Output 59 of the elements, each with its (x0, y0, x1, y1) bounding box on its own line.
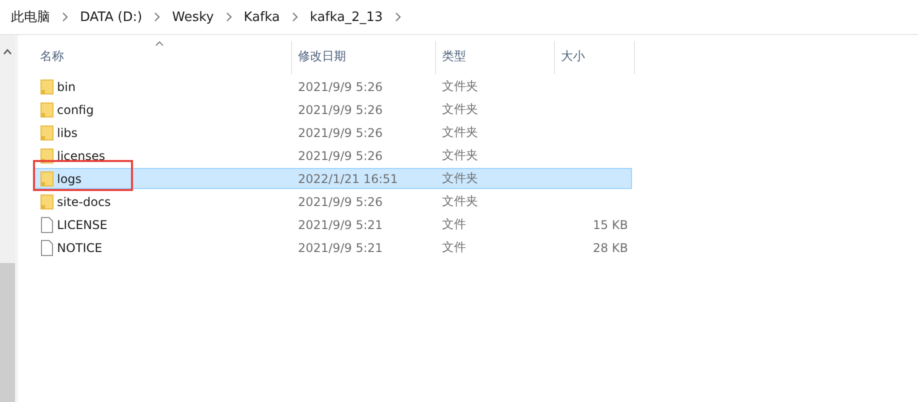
breadcrumb-item[interactable]: Wesky (169, 8, 217, 26)
chevron-icon[interactable] (394, 12, 402, 22)
modified-date: 2021/9/9 5:26 (297, 148, 384, 162)
chevron-icon[interactable] (290, 12, 299, 22)
file-type: 文件 (441, 239, 467, 256)
scrollbar-thumb[interactable] (0, 263, 15, 402)
file-type: 文件夹 (441, 193, 479, 210)
sort-caret-icon (154, 41, 164, 46)
file-name: logs (57, 172, 82, 186)
folder-icon (40, 78, 54, 94)
folder-icon (40, 102, 54, 118)
column-header[interactable]: 类型 (436, 41, 555, 74)
breadcrumb-item[interactable]: kafka_2_13 (306, 8, 386, 26)
file-name: libs (57, 126, 78, 140)
file-name: site-docs (57, 194, 111, 208)
file-icon (40, 216, 54, 232)
modified-date: 2021/9/9 5:26 (297, 80, 384, 94)
file-type: 文件 (441, 216, 467, 233)
file-row[interactable]: libs 2021/9/9 5:26 文件夹 (34, 122, 632, 143)
file-name: config (57, 102, 94, 116)
file-row[interactable]: config 2021/9/9 5:26 文件夹 (34, 99, 632, 120)
file-size: 15 KB (592, 218, 629, 232)
breadcrumb-item[interactable]: Kafka (240, 8, 283, 26)
file-name: NOTICE (57, 240, 102, 254)
modified-date: 2021/9/9 5:21 (297, 218, 384, 232)
file-row[interactable]: licenses 2021/9/9 5:26 文件夹 (34, 145, 632, 166)
modified-date: 2022/1/21 16:51 (297, 172, 399, 186)
file-name: bin (57, 80, 76, 94)
folder-icon (40, 170, 54, 186)
file-name: licenses (57, 148, 106, 162)
file-size: 28 KB (592, 240, 629, 254)
file-row[interactable]: LICENSE 2021/9/9 5:21 文件 15 KB (34, 214, 632, 235)
column-header[interactable]: 大小 (555, 41, 635, 74)
modified-date: 2021/9/9 5:21 (297, 240, 384, 254)
file-row[interactable]: NOTICE 2021/9/9 5:21 文件 28 KB (34, 237, 632, 258)
modified-date: 2021/9/9 5:26 (297, 194, 384, 208)
file-type: 文件夹 (441, 147, 479, 164)
folder-icon (40, 124, 54, 140)
column-header[interactable]: 名称 (34, 41, 292, 74)
file-type: 文件夹 (441, 101, 479, 118)
column-header[interactable]: 修改日期 (292, 41, 436, 74)
chevron-icon[interactable] (61, 12, 69, 22)
file-name: LICENSE (57, 218, 108, 232)
folder-icon (40, 194, 54, 210)
scrollbar[interactable] (0, 35, 18, 402)
file-row[interactable]: logs 2022/1/21 16:51 文件夹 (34, 168, 632, 189)
chevron-icon[interactable] (224, 12, 233, 22)
scroll-up-icon[interactable] (3, 49, 12, 55)
breadcrumb-item[interactable]: 此电脑 (8, 6, 53, 28)
file-type: 文件夹 (441, 78, 479, 95)
chevron-icon[interactable] (153, 12, 162, 22)
file-type: 文件夹 (441, 170, 479, 187)
modified-date: 2021/9/9 5:26 (297, 102, 384, 116)
file-row[interactable]: bin 2021/9/9 5:26 文件夹 (34, 76, 632, 97)
file-type: 文件夹 (441, 124, 479, 141)
breadcrumb-item[interactable]: DATA (D:) (77, 8, 146, 26)
file-icon (40, 240, 54, 256)
file-row[interactable]: site-docs 2021/9/9 5:26 文件夹 (34, 191, 632, 212)
modified-date: 2021/9/9 5:26 (297, 126, 384, 140)
